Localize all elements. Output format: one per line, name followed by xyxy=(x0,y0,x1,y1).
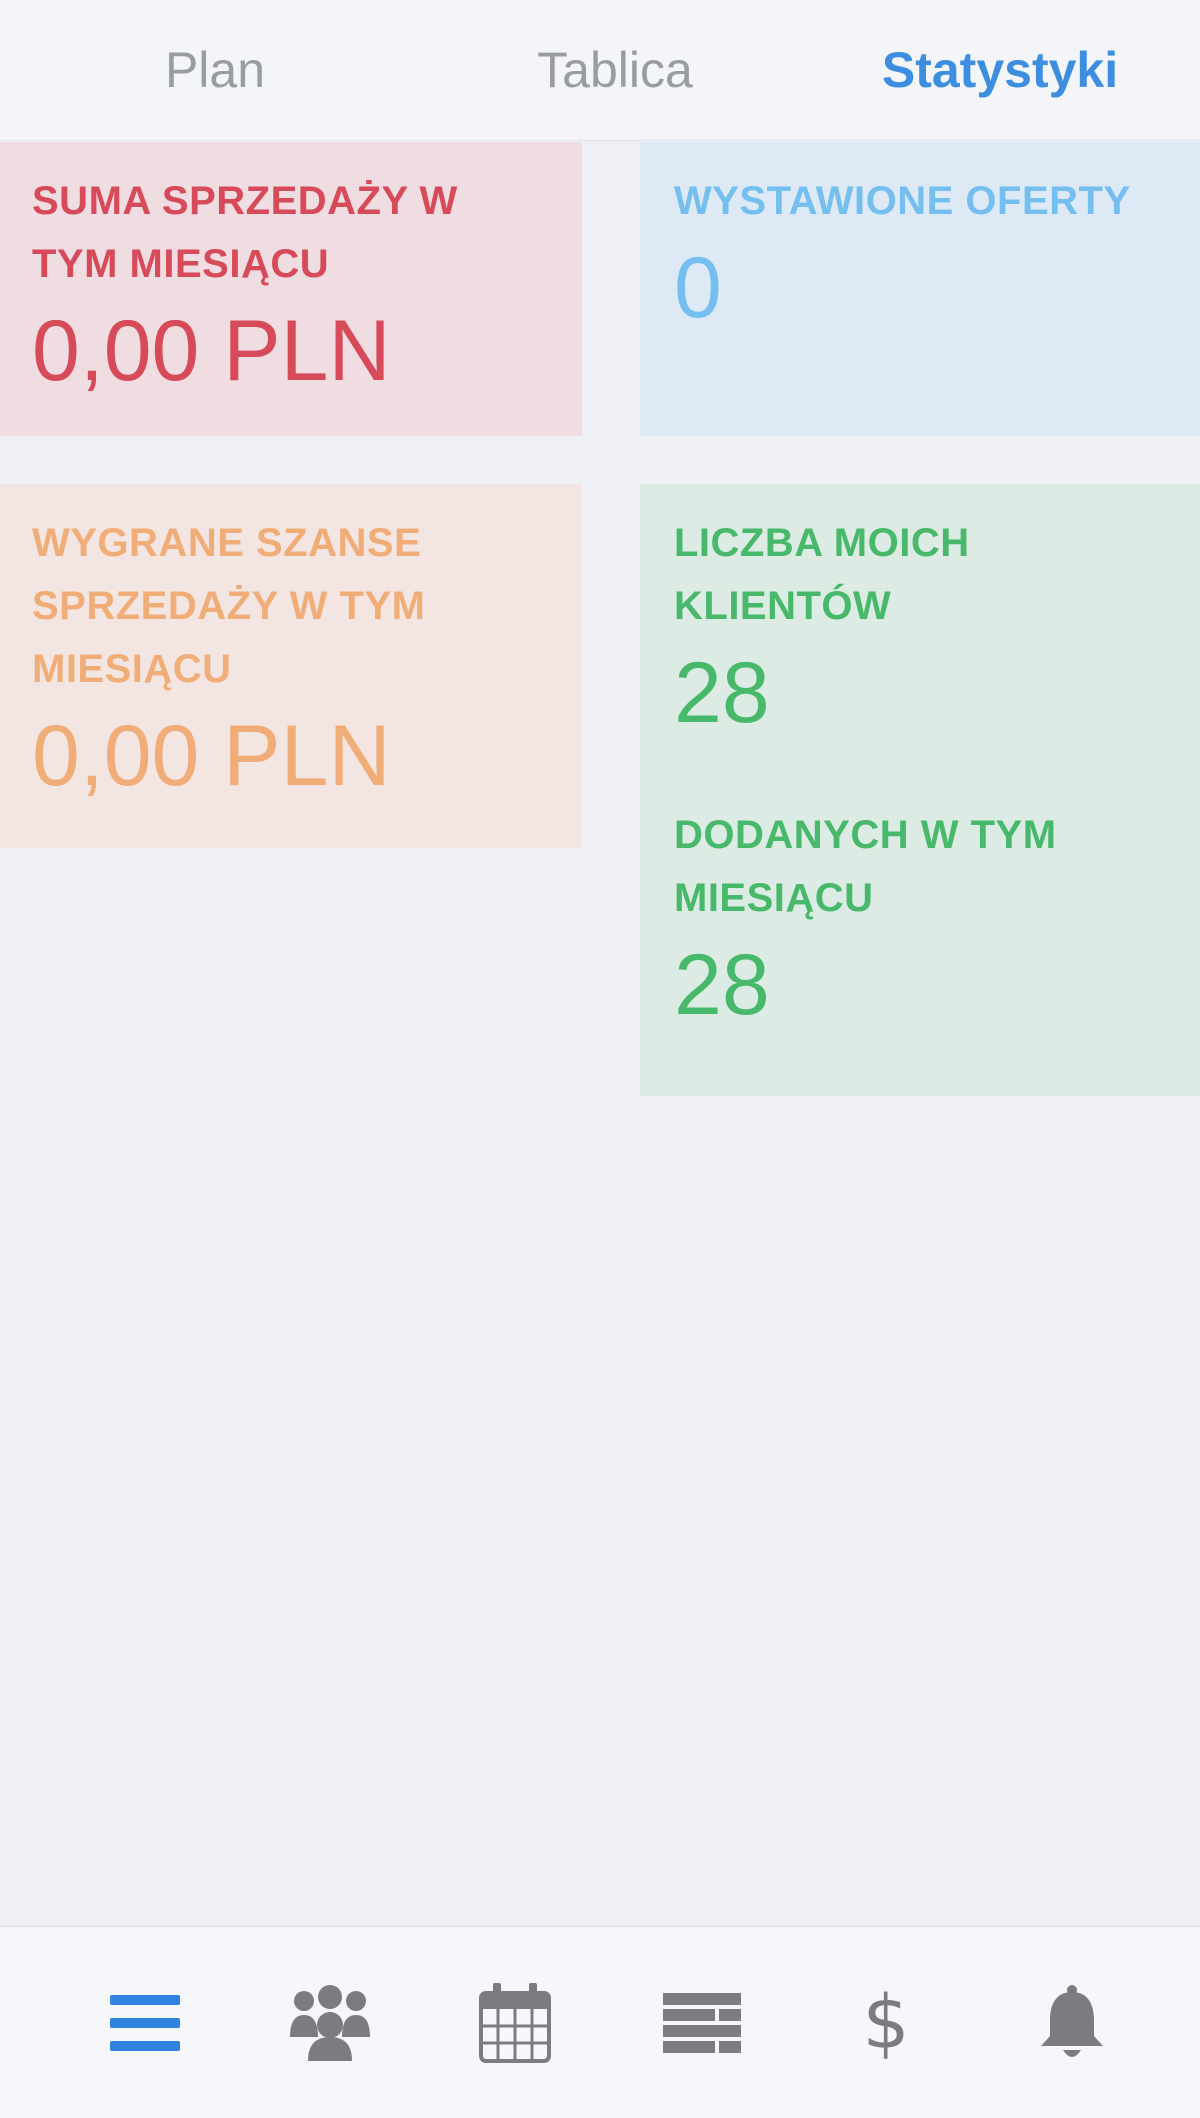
tab-plan[interactable]: Plan xyxy=(120,0,310,140)
offers-card[interactable]: WYSTAWIONE OFERTY 0 xyxy=(640,142,1200,436)
won-opportunities-card[interactable]: WYGRANE SZANSE SPRZEDAŻY W TYM MIESIĄCU … xyxy=(0,484,582,848)
nav-sales[interactable]: $ xyxy=(826,1927,946,2118)
clients-count-label: LICZBA MOICH KLIENTÓW xyxy=(674,521,970,628)
statistics-screen: Plan Tablica Statystyki SUMA SPRZEDAŻY W… xyxy=(0,0,1200,2118)
sales-sum-card[interactable]: SUMA SPRZEDAŻY W TYM MIESIĄCU 0,00 PLN xyxy=(0,142,582,436)
clients-card[interactable]: LICZBA MOICH KLIENTÓW 28 DODANYCH W TYM … xyxy=(640,484,1200,1096)
won-opportunities-value: 0,00 PLN xyxy=(32,708,391,804)
won-opportunities-label: WYGRANE SZANSE SPRZEDAŻY W TYM MIESIĄCU xyxy=(32,521,426,691)
nav-clients[interactable] xyxy=(270,1927,390,2118)
clients-added-value: 28 xyxy=(674,937,770,1033)
clients-count-value: 28 xyxy=(674,645,770,741)
nav-notifications[interactable] xyxy=(1012,1927,1132,2118)
calendar-icon xyxy=(479,1983,551,2063)
offers-value: 0 xyxy=(674,240,722,336)
nav-calendar[interactable] xyxy=(455,1927,575,2118)
tab-tablica[interactable]: Tablica xyxy=(500,0,730,140)
nav-list[interactable] xyxy=(642,1927,762,2118)
clients-added-label: DODANYCH W TYM MIESIĄCU xyxy=(674,813,1057,920)
dollar-icon: $ xyxy=(862,1980,910,2066)
list-icon xyxy=(663,1993,741,2053)
nav-menu[interactable] xyxy=(85,1927,205,2118)
tab-statystyki[interactable]: Statystyki xyxy=(860,0,1140,140)
clients-card-spacer xyxy=(674,748,1168,804)
bottom-nav-bar: $ xyxy=(0,1926,1200,2118)
top-tab-bar: Plan Tablica Statystyki xyxy=(0,0,1200,141)
bell-icon xyxy=(1037,1984,1107,2062)
offers-label: WYSTAWIONE OFERTY xyxy=(674,179,1131,223)
users-icon xyxy=(288,1985,372,2061)
sales-sum-value: 0,00 PLN xyxy=(32,303,391,399)
menu-icon xyxy=(110,1995,180,2051)
sales-sum-label: SUMA SPRZEDAŻY W TYM MIESIĄCU xyxy=(32,179,458,286)
